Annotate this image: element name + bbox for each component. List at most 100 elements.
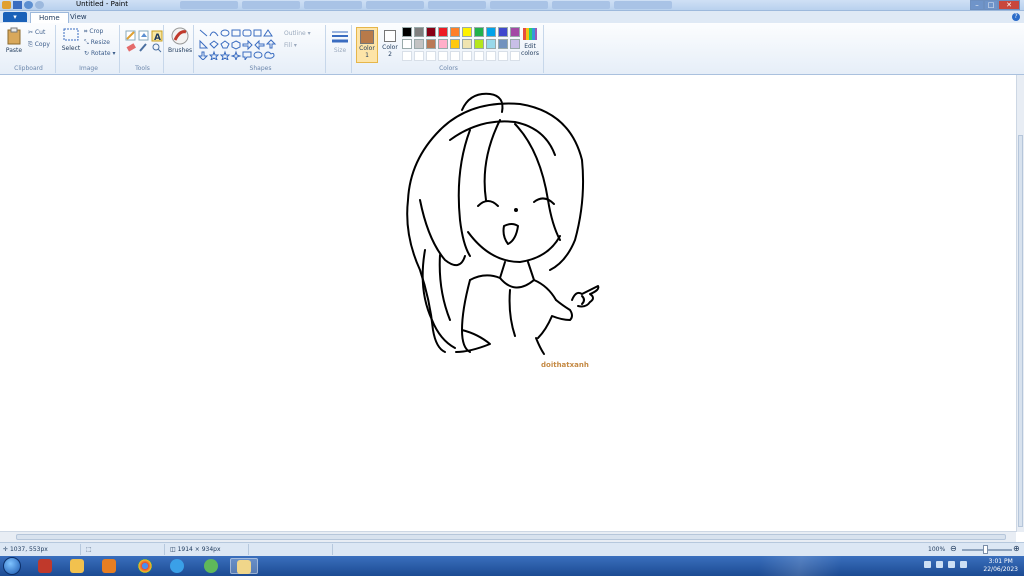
palette-swatch-custom[interactable] [426,51,436,61]
color1-button[interactable]: Color 1 [356,27,378,63]
redo-icon[interactable] [35,1,44,9]
background-tab[interactable] [180,1,238,9]
palette-swatch-r2-c7[interactable] [474,39,484,49]
background-tab[interactable] [304,1,362,9]
palette-swatch-custom[interactable] [474,51,484,61]
network-icon[interactable] [948,561,955,568]
magnifier-icon[interactable] [152,43,162,53]
taskbar-media-player[interactable] [96,558,124,574]
palette-swatch-r2-c4[interactable] [438,39,448,49]
start-button[interactable] [3,557,21,575]
up-arrow-shape-icon[interactable] [265,39,277,49]
line-shape-icon[interactable] [199,29,208,37]
palette-swatch-r1-c1[interactable] [402,27,412,37]
palette-swatch-custom[interactable] [486,51,496,61]
diamond-shape-icon[interactable] [209,40,219,49]
palette-swatch-custom[interactable] [402,51,412,61]
oval-callout-shape-icon[interactable] [253,51,263,59]
cloud-callout-shape-icon[interactable] [264,51,275,59]
left-arrow-shape-icon[interactable] [254,39,265,51]
copy-button[interactable]: ⎘ Copy [28,41,50,49]
zoom-out-button[interactable]: ⊖ [950,544,957,553]
crop-button[interactable]: ⌗ Crop [84,28,103,36]
palette-swatch-r2-c8[interactable] [486,39,496,49]
palette-swatch-custom[interactable] [438,51,448,61]
vertical-scroll-thumb[interactable] [1018,135,1023,527]
five-point-star-shape-icon[interactable] [219,50,231,60]
background-tab[interactable] [428,1,486,9]
triangle-shape-icon[interactable] [263,29,273,37]
horizontal-scrollbar[interactable] [0,531,1016,542]
palette-swatch-r2-c2[interactable] [414,39,424,49]
background-tab[interactable] [366,1,424,9]
right-triangle-shape-icon[interactable] [199,39,209,49]
fill-dropdown[interactable]: Fill ▾ [284,42,297,49]
resize-button[interactable]: ⤡ Resize [84,39,110,47]
color-picker-icon[interactable] [139,43,147,52]
close-button[interactable]: ✕ [998,0,1020,10]
help-icon[interactable]: ? [1012,13,1020,21]
hexagon-shape-icon[interactable] [231,40,241,50]
fill-icon[interactable] [138,30,149,41]
palette-swatch-r2-c9[interactable] [498,39,508,49]
palette-swatch-r2-c3[interactable] [426,39,436,49]
palette-swatch-custom[interactable] [450,51,460,61]
palette-swatch-r2-c6[interactable] [462,39,472,49]
right-arrow-shape-icon[interactable] [242,39,253,51]
background-tab[interactable] [490,1,548,9]
outline-dropdown[interactable]: Outline ▾ [284,30,311,37]
palette-swatch-r2-c5[interactable] [450,39,460,49]
four-point-star-shape-icon[interactable] [208,50,220,60]
horizontal-scroll-thumb[interactable] [16,534,1006,540]
pencil-icon[interactable] [125,30,136,41]
palette-swatch-r1-c8[interactable] [486,27,496,37]
vertical-scrollbar[interactable] [1016,75,1024,532]
rectangle-shape-icon[interactable] [231,29,241,37]
callout-shape-icon[interactable] [242,51,252,60]
color2-button[interactable]: Color 2 [380,27,400,63]
paste-button[interactable]: Paste [4,27,24,54]
taskbar-paint[interactable] [230,558,258,574]
palette-swatch-custom[interactable] [414,51,424,61]
palette-swatch-custom[interactable] [498,51,508,61]
palette-swatch-r2-c10[interactable] [510,39,520,49]
select-button[interactable]: Select [60,27,82,52]
palette-swatch-r1-c2[interactable] [414,27,424,37]
cut-button[interactable]: ✂ Cut [28,29,45,36]
taskbar-explorer[interactable] [64,558,92,574]
maximize-button[interactable]: □ [984,0,998,10]
taskbar-internet-explorer[interactable] [164,558,192,574]
pentagon-shape-icon[interactable] [220,40,230,49]
taskbar-app-green[interactable] [198,558,226,574]
palette-swatch-r1-c3[interactable] [426,27,436,37]
tab-view[interactable]: View [62,12,95,23]
palette-swatch-r1-c9[interactable] [498,27,508,37]
shapes-gallery[interactable] [198,28,280,60]
clock[interactable]: 3:01 PM 22/06/2023 [983,558,1018,574]
background-tab[interactable] [552,1,610,9]
palette-swatch-r1-c4[interactable] [438,27,448,37]
background-tab[interactable] [242,1,300,9]
palette-swatch-r2-c1[interactable] [402,39,412,49]
curve-shape-icon[interactable] [209,31,219,37]
file-menu-button[interactable]: ▾ [3,12,27,22]
palette-swatch-r1-c10[interactable] [510,27,520,37]
save-icon[interactable] [13,1,22,9]
volume-icon[interactable] [960,561,967,568]
background-tab[interactable] [614,1,672,9]
size-button[interactable]: Size [330,29,350,54]
polygon-shape-icon[interactable] [253,29,262,37]
palette-swatch-custom[interactable] [462,51,472,61]
palette-swatch-r1-c5[interactable] [450,27,460,37]
brushes-button[interactable]: Brushes [168,27,192,54]
edit-colors-button[interactable]: Edit colors [518,27,542,57]
flag-icon[interactable] [936,561,943,568]
palette-swatch-r1-c6[interactable] [462,27,472,37]
drawing-canvas[interactable]: doithatxanh [0,75,1016,531]
undo-icon[interactable] [24,1,33,9]
minimize-button[interactable]: – [970,0,984,10]
text-icon[interactable]: A [151,30,163,43]
palette-swatch-custom[interactable] [510,51,520,61]
rotate-button[interactable]: ↻ Rotate ▾ [84,50,116,57]
taskbar-chrome[interactable] [132,558,160,574]
